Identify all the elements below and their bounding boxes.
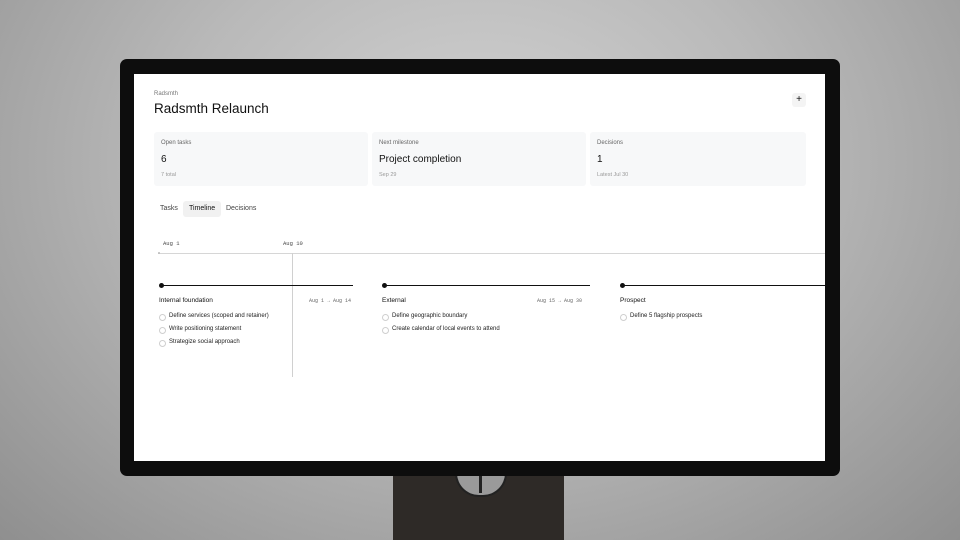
card-subtext: 7 total	[161, 172, 176, 178]
card-value: Project completion	[379, 154, 462, 165]
breadcrumb[interactable]: Radsmth	[154, 91, 178, 97]
task-title: Define services (scoped and retainer)	[169, 313, 269, 319]
task-title: Strategize social approach	[169, 339, 240, 345]
task-checkbox[interactable]	[620, 314, 627, 321]
tab-decisions[interactable]: Decisions	[220, 201, 262, 217]
group-start-dot	[620, 283, 625, 288]
task-checkbox[interactable]	[382, 327, 389, 334]
app-screen: Radsmth Radsmth Relaunch + Open tasks 6 …	[134, 74, 825, 461]
page-title: Radsmth Relaunch	[154, 101, 269, 116]
card-subtext: Latest Jul 30	[597, 172, 629, 178]
card-open-tasks: Open tasks 6 7 total	[154, 132, 368, 186]
group-dates: Aug 15 → Aug 30	[536, 298, 582, 304]
task-title: Define 5 flagship prospects	[630, 313, 703, 319]
tab-tasks[interactable]: Tasks	[154, 201, 184, 217]
task-checkbox[interactable]	[159, 327, 166, 334]
task-title: Define geographic boundary	[392, 313, 468, 319]
task-checkbox[interactable]	[159, 314, 166, 321]
card-label: Decisions	[597, 140, 624, 146]
card-next-milestone: Next milestone Project completion Sep 29	[372, 132, 586, 186]
group-start-dot	[159, 283, 164, 288]
card-subtext: Sep 29	[379, 172, 397, 178]
group-start-dot	[382, 283, 387, 288]
group-dates: Aug 1 → Aug 14	[308, 298, 351, 304]
task-checkbox[interactable]	[159, 340, 166, 347]
timeline-tick-label: Aug 1	[163, 240, 180, 247]
group-name: Internal foundation	[159, 297, 213, 304]
task-checkbox[interactable]	[382, 314, 389, 321]
timeline-tick-label: Aug 10	[283, 240, 303, 247]
monitor: Radsmth Radsmth Relaunch + Open tasks 6 …	[120, 59, 840, 476]
plus-icon: +	[796, 94, 802, 105]
group-span-line	[384, 285, 590, 286]
add-button[interactable]: +	[792, 93, 806, 107]
card-value: 6	[161, 154, 167, 165]
tab-timeline[interactable]: Timeline	[183, 201, 222, 217]
timeline-axis-start	[158, 252, 160, 254]
group-name: Prospect	[620, 297, 646, 304]
group-span-line	[622, 285, 825, 286]
card-label: Open tasks	[161, 140, 192, 146]
task-title: Write positioning statement	[169, 326, 242, 332]
card-value: 1	[597, 154, 603, 165]
task-title: Create calendar of local events to atten…	[392, 326, 500, 332]
card-decisions: Decisions 1 Latest Jul 30	[590, 132, 806, 186]
card-label: Next milestone	[379, 140, 419, 146]
timeline-axis	[158, 253, 825, 254]
group-span-line	[161, 285, 353, 286]
today-marker-line	[292, 253, 293, 377]
group-name: External	[382, 297, 406, 304]
